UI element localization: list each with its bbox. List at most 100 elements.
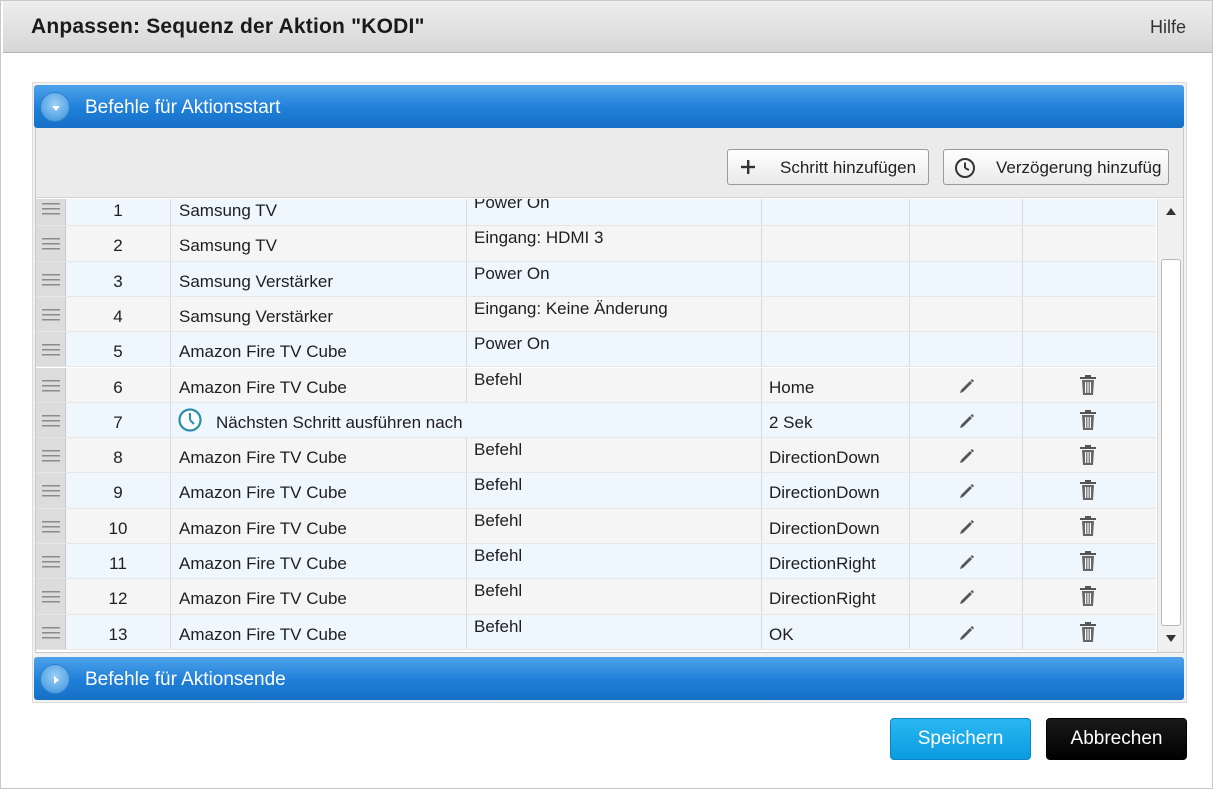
delete-cell — [1023, 615, 1156, 649]
drag-handle-icon[interactable] — [36, 438, 66, 473]
delete-cell — [1023, 226, 1156, 260]
device-cell: Amazon Fire TV Cube — [171, 579, 467, 614]
value-cell: DirectionDown — [762, 508, 910, 543]
chevron-right-icon — [54, 676, 59, 684]
section-header-action-end[interactable]: Befehle für Aktionsende — [34, 657, 1184, 700]
delete-cell — [1023, 438, 1156, 472]
command-cell: Befehl — [467, 508, 762, 543]
value-cell: Home — [762, 367, 910, 402]
edit-cell — [910, 579, 1023, 614]
scroll-down-arrow[interactable] — [1166, 635, 1176, 642]
drag-handle-icon[interactable] — [36, 473, 66, 508]
collapse-toggle[interactable] — [40, 92, 70, 122]
table-row[interactable]: 1 Samsung TV Power On — [36, 199, 1156, 227]
table-row[interactable]: 10 Amazon Fire TV Cube Befehl DirectionDown — [36, 508, 1156, 544]
dialog-titlebar: Anpassen: Sequenz der Aktion "KODI" Hilf… — [3, 1, 1212, 53]
step-number: 6 — [66, 367, 171, 402]
table-row[interactable]: 5 Amazon Fire TV Cube Power On — [36, 332, 1156, 368]
edit-cell — [910, 226, 1023, 261]
table-row[interactable]: 11 Amazon Fire TV Cube Befehl DirectionRigh… — [36, 544, 1156, 580]
step-number: 1 — [66, 199, 171, 226]
command-cell: Befehl — [467, 614, 762, 649]
drag-handle-icon[interactable] — [36, 226, 66, 261]
table-row[interactable]: 13 Amazon Fire TV Cube Befehl OK — [36, 614, 1156, 650]
step-number: 3 — [66, 261, 171, 296]
device-cell: Amazon Fire TV Cube — [171, 438, 467, 473]
device-cell: Amazon Fire TV Cube — [171, 614, 467, 649]
command-cell: Power On — [467, 261, 762, 296]
command-cell: Befehl — [467, 473, 762, 508]
step-number: 7 — [66, 402, 171, 438]
table-row[interactable]: 9 Amazon Fire TV Cube Befehl DirectionDown — [36, 473, 1156, 509]
drag-handle-icon[interactable] — [36, 402, 66, 438]
command-cell: Befehl — [467, 544, 762, 579]
delete-cell — [1023, 509, 1156, 543]
edit-cell — [910, 614, 1023, 649]
drag-handle-icon[interactable] — [36, 614, 66, 649]
device-cell: Amazon Fire TV Cube — [171, 473, 467, 508]
help-link[interactable]: Hilfe — [1150, 17, 1186, 38]
device-cell: Amazon Fire TV Cube — [171, 544, 467, 579]
delete-cell — [1023, 332, 1156, 366]
customize-sequence-dialog: Anpassen: Sequenz der Aktion "KODI" Hilf… — [0, 0, 1213, 789]
save-button[interactable]: Speichern — [890, 718, 1031, 760]
table-row[interactable]: 4 Samsung Verstärker Eingang: Keine Änderu… — [36, 296, 1156, 333]
clock-icon — [955, 158, 975, 178]
drag-handle-icon[interactable] — [36, 199, 66, 226]
step-number: 11 — [66, 544, 171, 579]
edit-cell — [910, 199, 1023, 226]
delete-cell — [1023, 199, 1156, 225]
device-cell: Samsung Verstärker — [171, 261, 467, 296]
delete-cell — [1023, 544, 1156, 578]
add-delay-button[interactable]: Verzögerung hinzufüg — [943, 149, 1169, 185]
value-cell: OK — [762, 614, 910, 649]
plus-icon — [741, 160, 755, 174]
table-row[interactable]: 2 Samsung TV Eingang: HDMI 3 — [36, 226, 1156, 262]
drag-handle-icon[interactable] — [36, 544, 66, 579]
table-row[interactable]: 7 Nächsten Schritt ausführen nach 2 Sek — [36, 402, 1156, 439]
table-row[interactable]: 3 Samsung Verstärker Power On — [36, 261, 1156, 297]
table-row[interactable]: 12 Amazon Fire TV Cube Befehl DirectionRigh… — [36, 579, 1156, 615]
edit-cell — [910, 296, 1023, 332]
drag-handle-icon[interactable] — [36, 508, 66, 543]
drag-handle-icon[interactable] — [36, 261, 66, 296]
table-row[interactable]: 6 Amazon Fire TV Cube Befehl Home — [36, 367, 1156, 403]
edit-cell — [910, 438, 1023, 473]
value-cell: DirectionDown — [762, 473, 910, 508]
steps-table: 1 Samsung TV Power On 2 Samsung TV Eingang: H… — [36, 199, 1156, 652]
start-commands-panel: Schritt hinzufügen Verzögerung hinzufüg … — [35, 128, 1184, 653]
add-step-label: Schritt hinzufügen — [780, 158, 917, 177]
cancel-button[interactable]: Abbrechen — [1046, 718, 1187, 760]
command-cell: Befehl — [467, 579, 762, 614]
table-row[interactable]: 8 Amazon Fire TV Cube Befehl DirectionDown — [36, 438, 1156, 474]
delete-cell — [1023, 579, 1156, 613]
expand-toggle[interactable] — [40, 664, 70, 694]
section-title-start: Befehle für Aktionsstart — [85, 97, 281, 118]
command-cell: Eingang: HDMI 3 — [467, 226, 762, 261]
device-cell: Amazon Fire TV Cube — [171, 508, 467, 543]
step-number: 2 — [66, 226, 171, 261]
drag-handle-icon[interactable] — [36, 579, 66, 614]
command-cell: Eingang: Keine Änderung — [467, 296, 762, 332]
drag-handle-icon[interactable] — [36, 332, 66, 367]
step-number: 10 — [66, 508, 171, 543]
scroll-thumb[interactable] — [1161, 259, 1181, 626]
scroll-up-arrow[interactable] — [1166, 208, 1176, 215]
edit-cell — [910, 544, 1023, 579]
add-step-button[interactable]: Schritt hinzufügen — [727, 149, 929, 185]
delete-cell — [1023, 368, 1156, 402]
edit-cell — [910, 332, 1023, 367]
step-number: 8 — [66, 438, 171, 473]
section-title-end: Befehle für Aktionsende — [85, 669, 286, 690]
step-number: 12 — [66, 579, 171, 614]
step-number: 5 — [66, 332, 171, 367]
drag-handle-icon[interactable] — [36, 367, 66, 402]
drag-handle-icon[interactable] — [36, 296, 66, 332]
step-number: 9 — [66, 473, 171, 508]
section-header-action-start[interactable]: Befehle für Aktionsstart — [34, 85, 1184, 128]
edit-cell — [910, 473, 1023, 508]
steps-scrollbar[interactable] — [1157, 199, 1183, 652]
device-cell: Amazon Fire TV Cube — [171, 332, 467, 367]
command-cell: Power On — [467, 199, 762, 226]
value-cell: 2 Sek — [762, 402, 910, 438]
